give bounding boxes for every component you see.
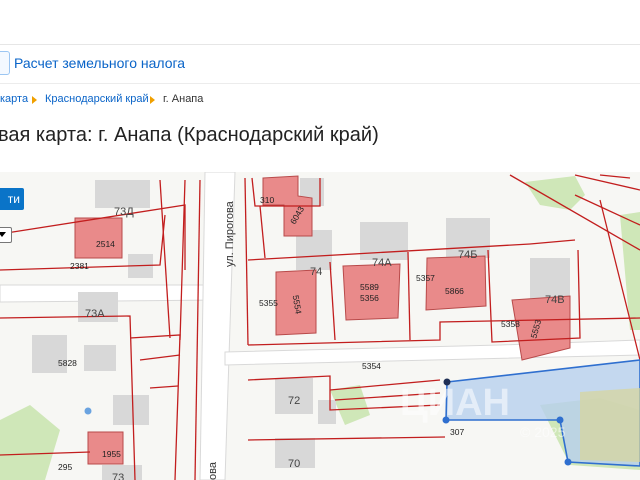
parcel-number: 5358	[501, 319, 520, 329]
watermark-logo: ЦИАН	[400, 382, 510, 424]
house-number: 74А	[372, 257, 392, 269]
breadcrumb-item-city: г. Анапа	[163, 93, 204, 105]
chevron-down-icon	[0, 232, 6, 237]
parcel-number: 5356	[360, 293, 379, 303]
parcel-number: 5355	[259, 298, 278, 308]
house-number: 72	[288, 395, 300, 407]
house-number: 70	[288, 458, 300, 470]
top-bar	[0, 0, 640, 45]
parcel-number: 5354	[362, 361, 381, 371]
house-number: 73Д	[114, 206, 134, 218]
breadcrumb-item-map[interactable]: карта	[0, 93, 28, 105]
parcel-number: 5828	[58, 358, 77, 368]
house-number: 74В	[545, 294, 565, 306]
parcel-number: 5866	[445, 286, 464, 296]
selected-parcel-olive-area	[580, 388, 640, 462]
breadcrumb-separator-icon	[150, 96, 155, 104]
house-number: 73А	[85, 308, 105, 320]
map-layer-select[interactable]	[0, 227, 12, 243]
house-number: 74	[310, 266, 322, 278]
cadastral-map[interactable]: ул. Пирогова ова 73Д 74 74А 74Б 74В 73А …	[0, 172, 640, 480]
parcel-number: 5589	[360, 282, 379, 292]
page-title: вая карта: г. Анапа (Краснодарский край)	[0, 124, 379, 146]
house-number: 74Б	[458, 249, 477, 261]
parcel-number: 2381	[70, 261, 89, 271]
tax-calc-link[interactable]: Расчет земельного налога	[14, 55, 185, 71]
street-label: ова	[207, 461, 219, 480]
parcel-number: 5357	[416, 273, 435, 283]
house-number: 73	[112, 472, 124, 480]
watermark-year: © 2025	[520, 424, 566, 440]
map-action-button[interactable]: ти	[0, 188, 24, 210]
map-canvas[interactable]: ул. Пирогова ова 73Д 74 74А 74Б 74В 73А …	[0, 172, 640, 480]
parcel-number: 2514	[96, 239, 115, 249]
divider	[0, 83, 640, 84]
parcel-number: 307	[450, 427, 464, 437]
breadcrumb-separator-icon	[32, 96, 37, 104]
street-label: ул. Пирогова	[224, 200, 236, 267]
breadcrumb-item-region[interactable]: Краснодарский край	[45, 93, 149, 105]
tax-calc-row: Расчет земельного налога	[0, 46, 640, 82]
document-icon	[0, 51, 10, 75]
parcel-number: 295	[58, 462, 72, 472]
parcel-number: 1955	[102, 449, 121, 459]
parcel-number: 310	[260, 195, 274, 205]
